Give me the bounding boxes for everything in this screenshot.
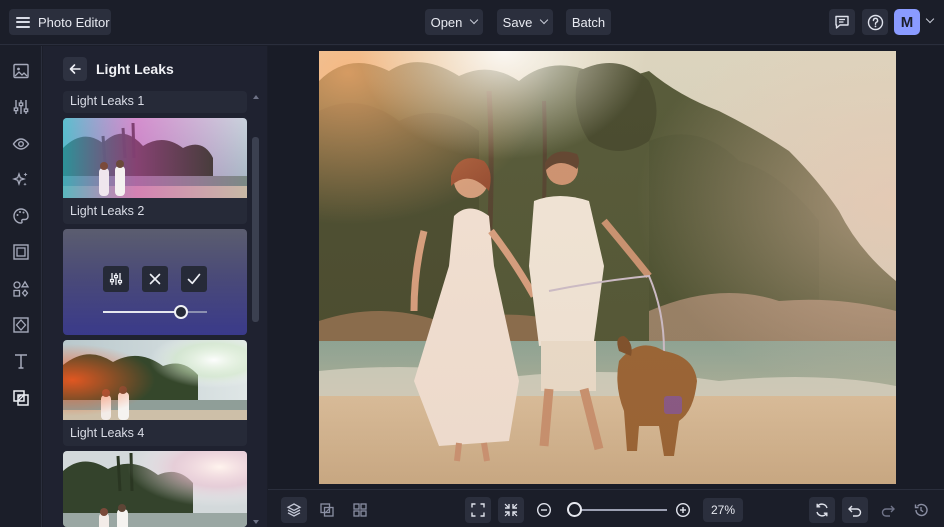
- batch-button[interactable]: Batch: [566, 9, 611, 35]
- undo-icon: [848, 505, 862, 517]
- refresh-icon: [816, 503, 828, 517]
- palette-icon[interactable]: [11, 206, 31, 226]
- save-button[interactable]: Save: [497, 9, 553, 35]
- light-leaks-card-2[interactable]: Light Leaks 2: [63, 118, 247, 224]
- actual-size-button[interactable]: [498, 497, 524, 523]
- scroll-up-arrow[interactable]: [253, 95, 259, 99]
- card-label: Light Leaks 1: [70, 94, 145, 108]
- adjust-icon[interactable]: [11, 97, 31, 117]
- fit-screen-icon: [471, 503, 485, 517]
- cancel-button[interactable]: [142, 266, 168, 292]
- help-button[interactable]: [862, 9, 888, 35]
- opacity-slider-knob[interactable]: [174, 305, 188, 319]
- card-label: Light Leaks 4: [70, 426, 145, 440]
- chevron-down-icon: [540, 15, 549, 25]
- reset-button[interactable]: [809, 497, 835, 523]
- panel-title: Light Leaks: [96, 61, 174, 77]
- light-leaks-card-4[interactable]: Light Leaks 4: [63, 340, 247, 446]
- app-menu-button[interactable]: Photo Editor: [9, 9, 111, 35]
- history-button[interactable]: [908, 497, 934, 523]
- light-leaks-card-1[interactable]: Light Leaks 1: [63, 91, 247, 113]
- thumbnail-image: [63, 451, 247, 527]
- texture-icon[interactable]: [11, 315, 31, 335]
- chevron-down-icon[interactable]: [925, 14, 935, 24]
- tool-rail: [0, 46, 42, 527]
- opacity-slider-rest: [187, 311, 207, 313]
- zoom-in-icon: [675, 502, 691, 518]
- sliders-icon: [109, 273, 123, 285]
- layers-button[interactable]: [281, 497, 307, 523]
- fit-screen-button[interactable]: [465, 497, 491, 523]
- scroll-down-arrow[interactable]: [253, 520, 259, 524]
- thumbnail-image: [63, 118, 247, 198]
- comment-button[interactable]: [829, 9, 855, 35]
- batch-label: Batch: [571, 14, 606, 30]
- check-icon: [187, 273, 201, 285]
- overlay-icon[interactable]: [11, 388, 31, 408]
- sparkle-icon[interactable]: [11, 170, 31, 190]
- zoom-out-icon: [536, 502, 552, 518]
- user-avatar[interactable]: M: [894, 9, 920, 35]
- shapes-icon[interactable]: [11, 279, 31, 299]
- comment-icon: [835, 15, 849, 29]
- panel-scrollbar-thumb[interactable]: [252, 137, 259, 322]
- grid-icon: [353, 503, 367, 517]
- image-icon[interactable]: [11, 61, 31, 81]
- help-icon: [867, 14, 883, 30]
- grid-button[interactable]: [347, 497, 373, 523]
- text-icon[interactable]: [11, 351, 31, 371]
- collapse-icon: [504, 503, 518, 517]
- hamburger-icon: [16, 16, 30, 28]
- top-bar: Photo Editor Open Save Batch M: [0, 0, 944, 45]
- zoom-value[interactable]: 27%: [703, 498, 743, 522]
- zoom-slider-track[interactable]: [570, 509, 667, 511]
- redo-button[interactable]: [875, 497, 901, 523]
- card-label: Light Leaks 2: [70, 204, 145, 218]
- frame-icon[interactable]: [11, 242, 31, 262]
- light-leaks-card-5[interactable]: [63, 451, 247, 527]
- zoom-out-button[interactable]: [531, 497, 557, 523]
- edited-photo[interactable]: [319, 51, 896, 484]
- undo-button[interactable]: [842, 497, 868, 523]
- eye-icon[interactable]: [11, 134, 31, 154]
- history-icon: [914, 503, 928, 517]
- back-button[interactable]: [63, 57, 87, 81]
- open-button[interactable]: Open: [425, 9, 483, 35]
- compare-button[interactable]: [314, 497, 340, 523]
- layers-icon: [286, 503, 302, 517]
- zoom-in-button[interactable]: [670, 497, 696, 523]
- compare-icon: [320, 503, 334, 517]
- light-leaks-card-3-adjust: [63, 229, 247, 335]
- arrow-left-icon: [69, 64, 81, 74]
- settings-button[interactable]: [103, 266, 129, 292]
- save-label: Save: [502, 14, 533, 30]
- redo-icon: [881, 505, 895, 517]
- chevron-down-icon: [470, 15, 479, 25]
- thumbnail-image: [63, 340, 247, 420]
- close-icon: [149, 273, 161, 285]
- app-title: Photo Editor: [38, 14, 110, 30]
- open-label: Open: [430, 14, 463, 30]
- apply-button[interactable]: [181, 266, 207, 292]
- panel-header: Light Leaks: [63, 57, 174, 81]
